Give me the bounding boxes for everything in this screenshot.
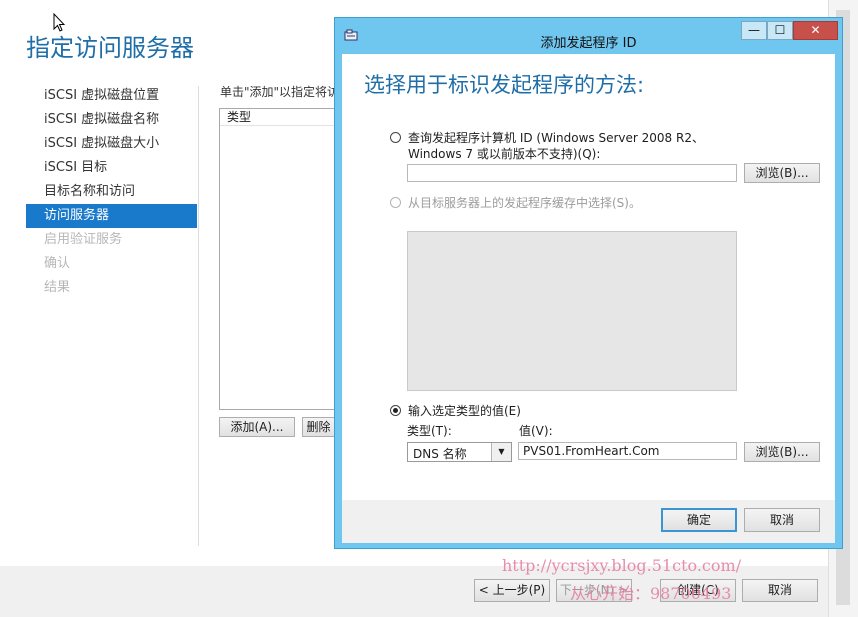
nav-item-7[interactable]: 确认 [26,252,197,276]
browse-button-query[interactable]: 浏览(B)... [744,163,820,183]
initiator-cache-list[interactable] [407,231,737,391]
nav-item-8[interactable]: 结果 [26,276,197,300]
close-button[interactable]: ✕ [793,21,838,40]
nav-item-5[interactable]: 访问服务器 [26,204,197,228]
nav-item-3[interactable]: iSCSI 目标 [26,156,197,180]
dialog-cancel-button[interactable]: 取消 [744,508,820,532]
watermark-url: http://ycrsjxy.blog.51cto.com/ [502,556,742,575]
wizard-cancel-button[interactable]: 取消 [742,579,818,602]
value-input[interactable]: PVS01.FromHeart.Com [518,442,737,460]
radio-enter-value[interactable] [390,405,401,416]
add-initiator-id-dialog: 添加发起程序 ID — ☐ ✕ 选择用于标识发起程序的方法: 查询发起程序计算机… [334,17,843,549]
dialog-heading: 选择用于标识发起程序的方法: [364,73,645,97]
dialog-body: 选择用于标识发起程序的方法: 查询发起程序计算机 ID (Windows Ser… [342,54,835,500]
label-query-computer-id-2: Windows 7 或以前版本不支持)(Q): [408,147,601,161]
mouse-pointer-icon [53,13,65,32]
label-initiator-cache: 从目标服务器上的发起程序缓存中选择(S)。 [408,196,641,210]
chevron-down-icon[interactable]: ▼ [491,443,511,461]
prev-button[interactable]: < 上一步(P) [474,579,550,602]
nav-item-0[interactable]: iSCSI 虚拟磁盘位置 [26,84,197,108]
browse-button-value[interactable]: 浏览(B)... [744,442,820,462]
value-label: 值(V): [519,424,553,438]
page-title: 指定访问服务器 [26,34,194,62]
dialog-footer: 确定 取消 [342,500,835,543]
remove-button[interactable]: 删除 [302,417,335,437]
add-button[interactable]: 添加(A)... [219,417,295,437]
nav-item-2[interactable]: iSCSI 虚拟磁盘大小 [26,132,197,156]
query-computer-id-input[interactable] [407,164,737,182]
nav-divider [198,86,199,546]
ok-button[interactable]: 确定 [661,508,737,532]
minimize-button[interactable]: — [741,21,767,40]
list-column-type[interactable]: 类型 [220,109,334,126]
radio-initiator-cache[interactable] [390,197,401,208]
type-select-value: DNS 名称 [413,447,467,461]
label-query-computer-id: 查询发起程序计算机 ID (Windows Server 2008 R2、 [408,131,704,145]
maximize-button[interactable]: ☐ [767,21,793,40]
watermark-text: 从心开始：98700493 [570,584,732,603]
label-enter-value: 输入选定类型的值(E) [408,404,521,418]
access-server-list[interactable]: 类型 [219,108,335,410]
nav-item-1[interactable]: iSCSI 虚拟磁盘名称 [26,108,197,132]
nav-item-6[interactable]: 启用验证服务 [26,228,197,252]
type-label: 类型(T): [407,424,452,438]
instruction-text: 单击"添加"以指定将访 [220,85,335,99]
type-select[interactable]: DNS 名称 ▼ [407,442,512,462]
nav-item-4[interactable]: 目标名称和访问 [26,180,197,204]
radio-query-computer-id[interactable] [390,132,401,143]
